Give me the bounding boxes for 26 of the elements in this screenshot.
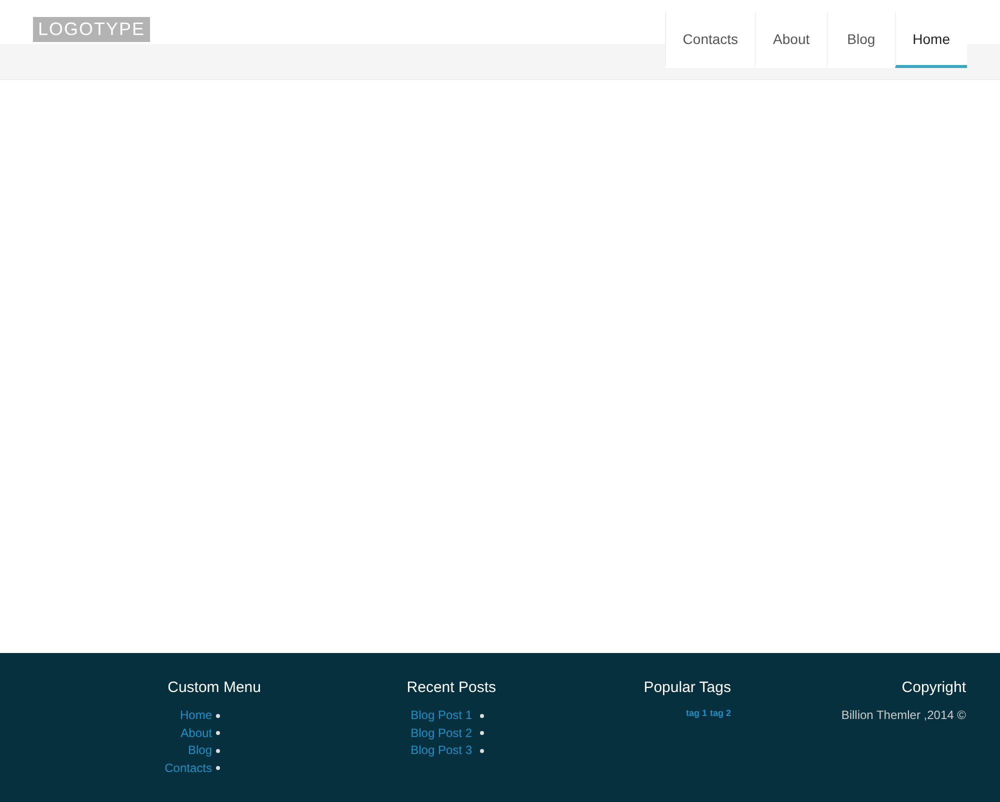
- footer-heading: Custom Menu: [168, 679, 261, 696]
- logo: LOGOTYPE: [33, 17, 150, 42]
- tag-link[interactable]: tag 2: [710, 708, 731, 718]
- nav-tab[interactable]: Home: [894, 12, 967, 68]
- nav-tab[interactable]: Blog: [826, 12, 895, 68]
- footer-heading: Popular Tags: [644, 679, 731, 696]
- bullet-icon: [216, 731, 220, 736]
- copyright-text: Billion Themler ,2014 ©: [841, 708, 966, 722]
- tag-link[interactable]: tag 1: [686, 708, 707, 718]
- footer-link[interactable]: Blog Post 1: [410, 708, 472, 724]
- footer-link[interactable]: About: [180, 726, 212, 741]
- footer-link[interactable]: Blog Post 3: [410, 743, 472, 758]
- footer-link[interactable]: Blog: [188, 743, 212, 758]
- bullet-icon: [216, 766, 220, 770]
- nav-tab[interactable]: About: [755, 12, 827, 68]
- nav-tab[interactable]: Contacts: [664, 12, 756, 68]
- bullet-icon: [480, 714, 484, 718]
- bullet-icon: [480, 748, 484, 753]
- footer-heading: Recent Posts: [406, 679, 496, 696]
- footer-link[interactable]: Home: [180, 708, 212, 724]
- footer-link[interactable]: Blog Post 2: [410, 726, 472, 741]
- bullet-icon: [216, 714, 220, 718]
- footer-link[interactable]: Contacts: [164, 760, 212, 776]
- bullet-icon: [216, 748, 220, 753]
- bullet-icon: [480, 731, 484, 736]
- footer-heading: Copyright: [902, 679, 966, 696]
